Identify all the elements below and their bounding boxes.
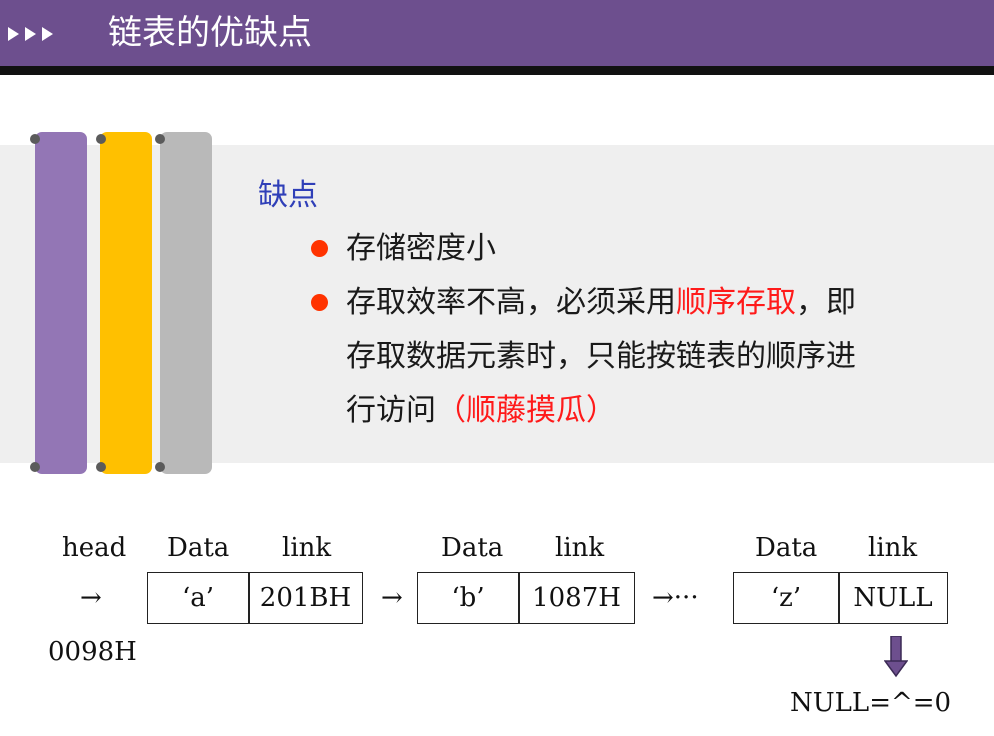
bar-cap xyxy=(30,462,40,472)
decorative-gray-bar xyxy=(160,132,212,474)
data-header: Data xyxy=(167,533,230,563)
link-header: link xyxy=(555,533,605,563)
null-note: NULL=^=0 xyxy=(790,688,952,718)
head-label: head xyxy=(62,533,127,563)
bar-cap xyxy=(96,462,106,472)
decorative-yellow-bar xyxy=(100,132,152,474)
bar-cap xyxy=(30,134,40,144)
header-arrows xyxy=(8,27,53,41)
list-node: ‘b’ 1087H xyxy=(417,572,635,624)
bar-cap xyxy=(155,462,165,472)
link-header: link xyxy=(282,533,332,563)
bar-cap xyxy=(96,134,106,144)
bar-cap xyxy=(155,134,165,144)
node-data: ‘b’ xyxy=(451,583,485,613)
ellipsis-arrow: →··· xyxy=(652,583,699,613)
bullet-text-line: 存取效率不高，必须采用顺序存取，即 xyxy=(346,276,856,330)
list-node: ‘a’ 201BH xyxy=(147,572,363,624)
bullet-text: 存储密度小 xyxy=(346,231,496,266)
node-link: NULL xyxy=(853,583,933,613)
down-arrow-icon xyxy=(884,636,908,678)
triangle-icon xyxy=(42,27,53,41)
node-data: ‘a’ xyxy=(181,583,215,613)
triangle-icon xyxy=(25,27,36,41)
list-node: ‘z’ NULL xyxy=(733,572,948,624)
bullet-text-line: 行访问（顺藤摸瓜） xyxy=(346,384,616,438)
triangle-icon xyxy=(8,27,19,41)
bullet-dot-icon xyxy=(311,240,328,257)
header-divider xyxy=(0,66,994,75)
node-link: 1087H xyxy=(532,583,621,613)
head-address: 0098H xyxy=(48,637,137,667)
node-arrow: → xyxy=(381,583,403,613)
link-header: link xyxy=(868,533,918,563)
decorative-purple-bar xyxy=(35,132,87,474)
node-link: 201BH xyxy=(259,583,352,613)
head-arrow: → xyxy=(80,583,102,613)
subheading: 缺点 xyxy=(258,178,318,213)
highlight-text: （顺藤摸瓜） xyxy=(436,393,616,428)
text-run: ，即 xyxy=(796,285,856,320)
page-title: 链表的优缺点 xyxy=(108,13,312,53)
header-bar: 链表的优缺点 xyxy=(0,0,994,66)
node-data: ‘z’ xyxy=(770,583,802,613)
bullet-dot-icon xyxy=(311,294,328,311)
data-header: Data xyxy=(755,533,818,563)
bullet-text-line: 存取数据元素时，只能按链表的顺序进 xyxy=(346,339,856,374)
text-run: 行访问 xyxy=(346,393,436,428)
highlight-text: 顺序存取 xyxy=(676,285,796,320)
text-run: 存取效率不高，必须采用 xyxy=(346,285,676,320)
data-header: Data xyxy=(441,533,504,563)
